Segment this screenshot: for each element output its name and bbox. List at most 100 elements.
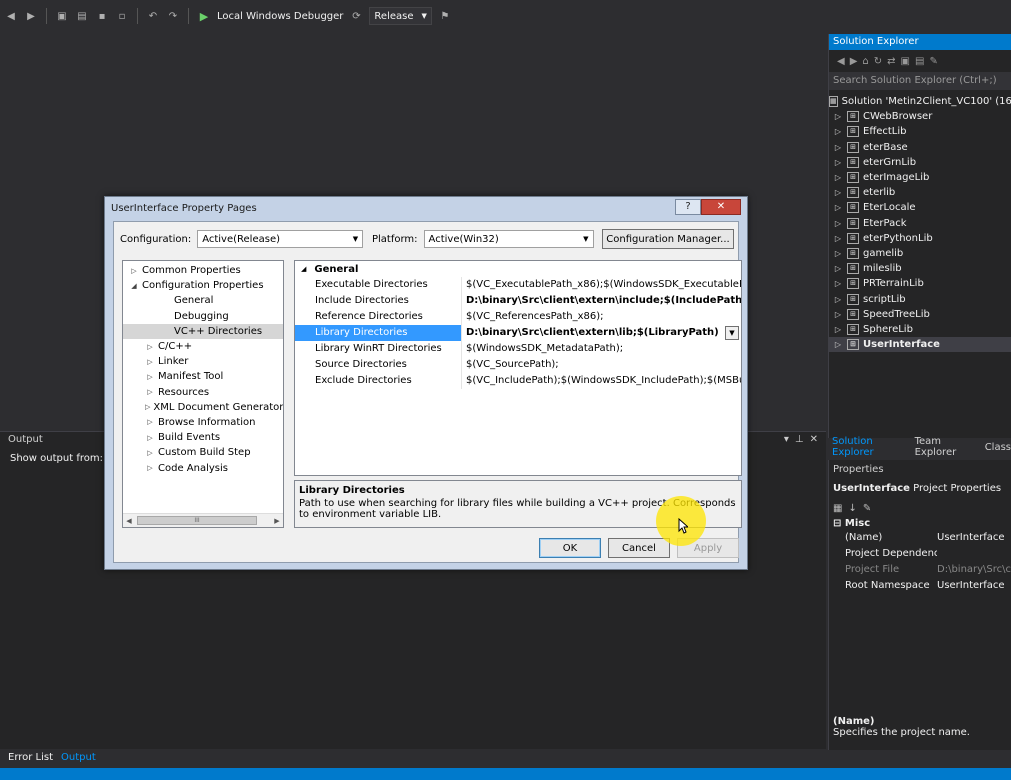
expand-arrow-icon[interactable]: ▷ <box>829 112 847 121</box>
expand-arrow-icon[interactable]: ▷ <box>145 388 155 396</box>
solution-search-input[interactable]: Search Solution Explorer (Ctrl+;) <box>829 72 1011 90</box>
scroll-left-icon[interactable]: ◀ <box>123 517 135 525</box>
project-node[interactable]: ▷ ⊞ eterBase <box>829 140 1011 155</box>
alphabetical-icon[interactable]: ↓ <box>848 503 856 514</box>
tree-item[interactable]: ▷ XML Document Generator <box>123 400 283 415</box>
property-row[interactable]: Root Namespace UserInterface <box>829 577 1011 593</box>
project-node[interactable]: ▷ ⊞ UserInterface <box>829 337 1011 353</box>
refresh-icon[interactable]: ⟳ <box>349 9 363 23</box>
redo-icon[interactable]: ↷ <box>166 9 180 23</box>
configuration-select[interactable]: Active(Release) ▼ <box>197 230 364 248</box>
project-node[interactable]: ▷ ⊞ SpeedTreeLib <box>829 307 1011 322</box>
tab-error-list[interactable]: Error List <box>8 752 53 763</box>
tab-solution-explorer[interactable]: Solution Explorer <box>832 436 907 458</box>
properties-object[interactable]: UserInterface Project Properties <box>829 480 1011 498</box>
categorized-icon[interactable]: ▦ <box>833 503 842 514</box>
tree-item[interactable]: ▷ Common Properties <box>123 263 283 278</box>
tree-item[interactable]: VC++ Directories <box>123 323 283 339</box>
open-folder-icon[interactable]: ▤ <box>75 9 89 23</box>
grid-row[interactable]: Include Directories D:\binary\Src\client\… <box>295 293 741 309</box>
expand-arrow-icon[interactable]: ▷ <box>829 340 847 349</box>
platform-select[interactable]: Active(Win32) ▼ <box>423 230 594 248</box>
expand-arrow-icon[interactable]: ▷ <box>145 358 155 366</box>
grid-row[interactable]: Source Directories $(VC_SourcePath); <box>295 357 741 373</box>
back-icon[interactable]: ◀ <box>837 56 845 67</box>
grid-value[interactable]: $(VC_SourcePath); <box>461 357 741 373</box>
expand-arrow-icon[interactable]: ▷ <box>829 143 847 152</box>
expand-arrow-icon[interactable]: ▷ <box>129 267 139 275</box>
home-icon[interactable]: ⌂ <box>862 56 868 67</box>
expand-arrow-icon[interactable]: ▷ <box>829 203 847 212</box>
project-node[interactable]: ▷ ⊞ eterPythonLib <box>829 231 1011 246</box>
expand-arrow-icon[interactable]: ▷ <box>145 418 155 426</box>
grid-row[interactable]: Exclude Directories $(VC_IncludePath);$(W… <box>295 373 741 389</box>
expand-arrow-icon[interactable]: ◢ <box>129 282 139 290</box>
expand-arrow-icon[interactable]: ▷ <box>829 219 847 228</box>
tree-item[interactable]: ▷ Linker <box>123 354 283 369</box>
expand-arrow-icon[interactable]: ▷ <box>829 279 847 288</box>
pin-icon[interactable]: ⊥ <box>795 434 804 445</box>
help-button[interactable]: ? <box>675 199 701 215</box>
property-row[interactable]: (Name) UserInterface <box>829 529 1011 545</box>
tree-item[interactable]: ▷ C/C++ <box>123 339 283 354</box>
expand-arrow-icon[interactable]: ▷ <box>829 310 847 319</box>
expand-arrow-icon[interactable]: ▷ <box>145 343 155 351</box>
expand-arrow-icon[interactable]: ▷ <box>829 249 847 258</box>
project-node[interactable]: ▷ ⊞ PRTerrainLib <box>829 276 1011 291</box>
chevron-down-icon[interactable]: ▾ <box>784 434 789 445</box>
forward-icon[interactable]: ▶ <box>24 9 38 23</box>
grid-value[interactable]: D:\binary\Src\client\extern\include;$(In… <box>461 293 741 309</box>
expand-arrow-icon[interactable]: ▷ <box>829 295 847 304</box>
expand-arrow-icon[interactable]: ▷ <box>829 325 847 334</box>
scroll-right-icon[interactable]: ▶ <box>271 517 283 525</box>
expand-arrow-icon[interactable]: ▷ <box>145 373 155 381</box>
tree-item[interactable]: ▷ Build Events <box>123 430 283 445</box>
forward-icon[interactable]: ▶ <box>850 56 858 67</box>
show-files-icon[interactable]: ▤ <box>915 56 924 67</box>
expand-arrow-icon[interactable]: ▷ <box>145 403 150 411</box>
property-pages-icon[interactable]: ✎ <box>863 503 871 514</box>
tree-item[interactable]: ◢ Configuration Properties <box>123 278 283 293</box>
tree-item[interactable]: ▷ Code Analysis <box>123 460 283 475</box>
close-button[interactable]: ✕ <box>701 199 741 215</box>
property-row[interactable]: Project File D:\binary\Src\cl <box>829 561 1011 577</box>
expand-arrow-icon[interactable]: ▷ <box>829 264 847 273</box>
configuration-manager-button[interactable]: Configuration Manager... <box>602 229 734 249</box>
sync-icon[interactable]: ⇄ <box>887 56 895 67</box>
expand-arrow-icon[interactable]: ▷ <box>829 158 847 167</box>
grid-value[interactable]: $(VC_ExecutablePath_x86);$(WindowsSDK_Ex… <box>461 277 741 293</box>
cancel-button[interactable]: Cancel <box>608 538 670 558</box>
solution-config-combo[interactable]: Release ▼ <box>369 7 432 25</box>
grid-row[interactable]: Reference Directories $(VC_ReferencesPath… <box>295 309 741 325</box>
tab-team-explorer[interactable]: Team Explorer <box>915 436 977 458</box>
project-node[interactable]: ▷ ⊞ SphereLib <box>829 322 1011 337</box>
tree-item[interactable]: ▷ Resources <box>123 385 283 400</box>
tree-item[interactable]: ▷ Custom Build Step <box>123 445 283 460</box>
project-node[interactable]: ▷ ⊞ scriptLib <box>829 291 1011 306</box>
expand-arrow-icon[interactable]: ▷ <box>829 188 847 197</box>
project-node[interactable]: ▷ ⊞ CWebBrowser <box>829 109 1011 124</box>
expand-arrow-icon[interactable]: ▷ <box>145 449 155 457</box>
project-node[interactable]: ▷ ⊞ EterPack <box>829 216 1011 231</box>
horizontal-scrollbar[interactable]: ◀ III ▶ <box>123 513 283 527</box>
collapse-all-icon[interactable]: ▣ <box>901 56 910 67</box>
scroll-thumb[interactable]: III <box>137 516 257 525</box>
grid-value[interactable]: $(WindowsSDK_MetadataPath); <box>461 341 741 357</box>
project-node[interactable]: ▷ ⊞ mileslib <box>829 261 1011 276</box>
project-node[interactable]: ▷ ⊞ eterlib <box>829 185 1011 200</box>
tree-item[interactable]: ▷ Manifest Tool <box>123 369 283 384</box>
save-all-icon[interactable]: ▫ <box>115 9 129 23</box>
tree-item[interactable]: General <box>123 293 283 308</box>
project-node[interactable]: ▷ ⊞ eterGrnLib <box>829 155 1011 170</box>
grid-category[interactable]: ◢ General <box>295 261 741 277</box>
project-node[interactable]: ▷ ⊞ EffectLib <box>829 124 1011 139</box>
grid-value[interactable]: $(VC_IncludePath);$(WindowsSDK_IncludePa… <box>461 373 741 389</box>
ok-button[interactable]: OK <box>539 538 601 558</box>
save-icon[interactable]: ▪ <box>95 9 109 23</box>
chevron-down-icon[interactable]: ▼ <box>725 326 739 340</box>
debugger-target[interactable]: Local Windows Debugger <box>217 11 343 22</box>
tree-item[interactable]: Debugging <box>123 309 283 324</box>
expand-arrow-icon[interactable]: ▷ <box>145 464 155 472</box>
project-node[interactable]: ▷ ⊞ gamelib <box>829 246 1011 261</box>
grid-row[interactable]: Executable Directories $(VC_ExecutablePat… <box>295 277 741 293</box>
